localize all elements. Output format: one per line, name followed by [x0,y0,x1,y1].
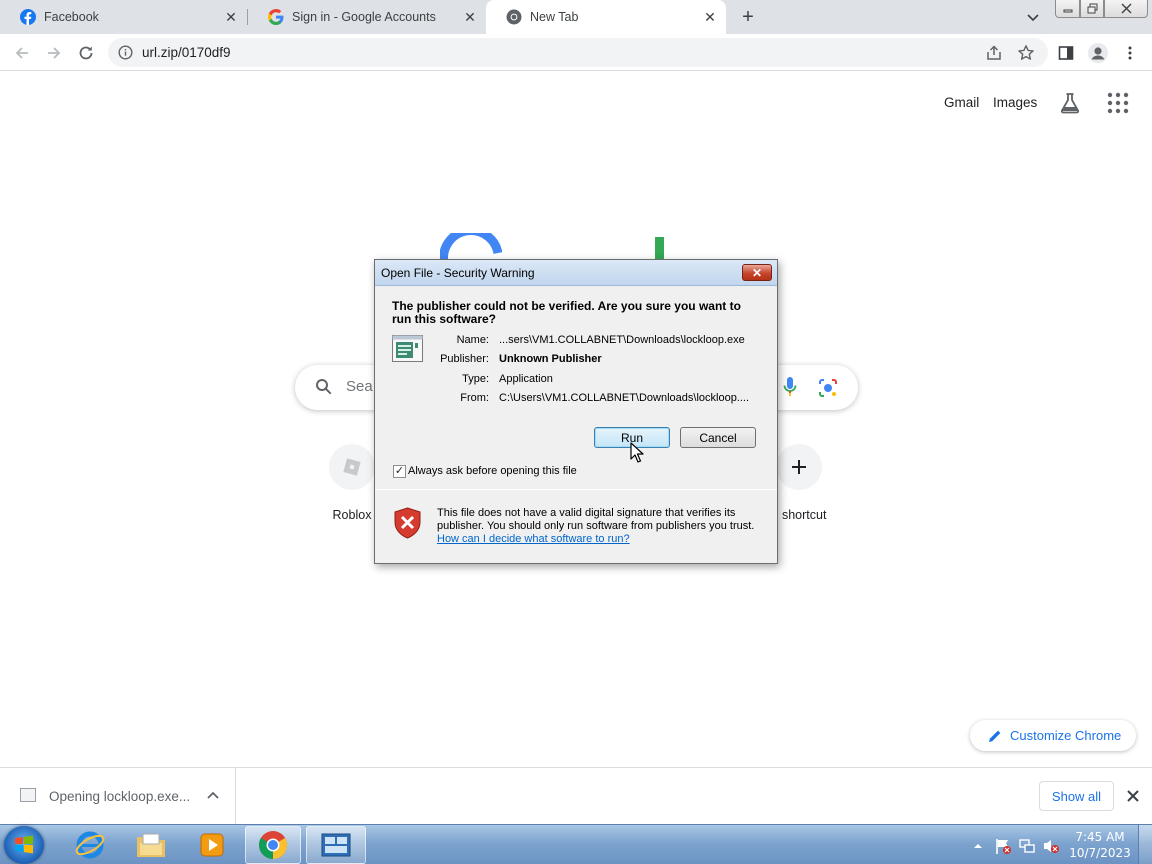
tab-title: Facebook [44,10,99,24]
dialog-question: The publisher could not be verified. Are… [392,299,741,326]
chevron-down-icon[interactable] [1024,8,1042,26]
google-logo-l [655,237,664,261]
clock-date: 10/7/2023 [1069,846,1131,860]
show-desktop-button[interactable] [1138,825,1152,864]
mouse-cursor-icon [630,442,644,464]
dialog-title: Open File - Security Warning [381,266,535,280]
screen: Facebook ✕ Sign in - Google Accounts ✕ N… [0,0,1152,864]
download-shelf: Opening lockloop.exe... Show all [0,767,1152,825]
tab-close-icon[interactable]: ✕ [223,9,239,25]
from-value: C:\Users\VM1.COLLABNET\Downloads\lockloo… [499,392,750,404]
minimize-icon[interactable] [1055,0,1080,18]
tab-title: New Tab [530,10,579,24]
side-panel-icon[interactable] [1054,41,1078,65]
tab-close-icon[interactable]: ✕ [702,9,718,25]
window-controls [1055,0,1148,18]
address-text: url.zip/0170df9 [142,45,231,60]
customize-chrome-button[interactable]: Customize Chrome [970,720,1136,751]
security-warning-dialog: Open File - Security Warning ✕ The publi… [374,259,778,564]
reload-icon[interactable] [74,41,98,65]
microphone-icon[interactable] [782,376,798,403]
publisher-value: Unknown Publisher [499,353,602,365]
windows-logo-icon [15,835,33,854]
gmail-link[interactable]: Gmail [944,95,979,110]
images-link[interactable]: Images [993,95,1037,110]
internet-explorer-icon[interactable] [62,826,118,864]
file-icon [20,788,36,802]
close-icon[interactable] [1104,0,1148,18]
clock[interactable]: 7:45 AM 10/7/2023 [1064,829,1136,861]
browser-toolbar: url.zip/0170df9 [0,34,1152,71]
chrome-taskbar-icon[interactable] [245,826,301,864]
action-center-flag-icon[interactable] [994,837,1012,860]
network-icon[interactable] [1018,837,1036,860]
name-value: ...sers\VM1.COLLABNET\Downloads\lockloop… [499,334,745,346]
close-icon[interactable] [1125,788,1141,804]
back-icon[interactable] [10,41,34,65]
always-ask-checkbox[interactable]: ✓ [393,465,406,478]
forward-icon[interactable] [42,41,66,65]
plus-icon [776,444,822,490]
info-icon[interactable] [118,45,133,60]
from-label: From: [460,392,489,404]
show-all-button[interactable]: Show all [1039,781,1114,811]
help-link[interactable]: How can I decide what software to run? [437,533,630,545]
cancel-button[interactable]: Cancel [680,427,756,448]
download-item[interactable]: Opening lockloop.exe... [0,768,236,825]
lens-camera-icon[interactable] [817,377,839,404]
google-icon [268,9,284,25]
type-value: Application [499,373,553,385]
tab-facebook[interactable]: Facebook ✕ [0,0,247,34]
volume-muted-icon[interactable] [1042,837,1060,860]
publisher-label: Publisher: [440,353,489,365]
tab-title: Sign in - Google Accounts [292,10,436,24]
chevron-up-icon[interactable] [205,788,221,804]
download-status: Opening lockloop.exe... [49,789,191,804]
facebook-icon [20,9,36,25]
tab-new-tab[interactable]: New Tab ✕ [486,0,726,34]
bookmark-star-icon[interactable] [1017,44,1035,62]
dialog-divider [375,489,777,490]
menu-kebab-icon[interactable] [1118,41,1142,65]
always-ask-label[interactable]: Always ask before opening this file [408,465,577,477]
file-explorer-icon[interactable] [123,826,179,864]
profile-avatar-icon[interactable] [1086,41,1110,65]
address-bar[interactable]: url.zip/0170df9 [108,38,1048,67]
media-player-icon[interactable] [184,826,240,864]
search-icon [315,378,333,401]
tab-close-icon[interactable]: ✕ [462,9,478,25]
clock-time: 7:45 AM [1075,830,1125,844]
tray-expand-icon[interactable] [972,839,984,857]
labs-flask-icon[interactable] [1058,91,1082,115]
new-tab-icon[interactable]: + [737,6,759,28]
name-label: Name: [456,334,489,346]
pencil-icon [988,729,1002,743]
restore-icon[interactable] [1080,0,1104,18]
search-placeholder: Sea [346,378,373,395]
shield-error-icon [394,507,421,539]
dialog-titlebar[interactable]: Open File - Security Warning ✕ [375,260,777,286]
roblox-icon [329,444,375,490]
tab-strip: Facebook ✕ Sign in - Google Accounts ✕ N… [0,0,1152,34]
security-warning-taskbar-icon[interactable] [306,826,366,864]
taskbar: 7:45 AM 10/7/2023 [0,824,1152,864]
type-label: Type: [462,373,489,385]
warning-text: This file does not have a valid digital … [437,507,755,532]
dialog-close-icon[interactable]: ✕ [742,264,772,281]
tab-google-accounts[interactable]: Sign in - Google Accounts ✕ [248,0,486,34]
start-button[interactable] [4,826,44,864]
share-icon[interactable] [985,44,1003,62]
apps-grid-icon[interactable] [1106,91,1130,115]
customize-label: Customize Chrome [1010,728,1122,743]
chrome-icon [506,9,522,25]
